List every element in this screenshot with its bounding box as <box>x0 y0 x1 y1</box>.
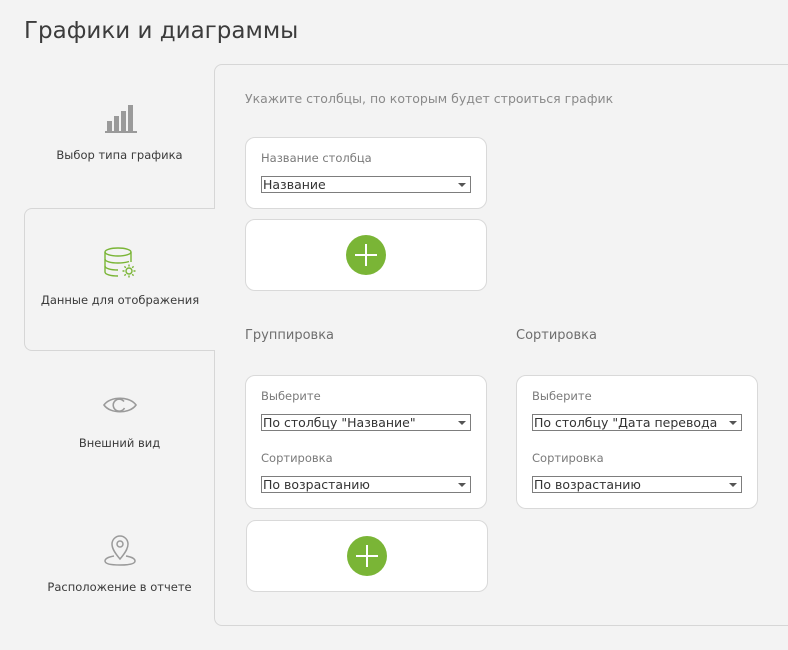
bar-chart-icon <box>24 100 215 134</box>
add-column-card <box>245 219 487 291</box>
sorting-column-value: По столбцу "Дата перевода в с <box>534 415 722 430</box>
grouping-column-select[interactable]: По столбцу "Название" <box>261 414 471 431</box>
sorting-sort-label: Сортировка <box>532 451 604 465</box>
sorting-card: Выберите По столбцу "Дата перевода в с С… <box>516 375 758 509</box>
grouping-column-value: По столбцу "Название" <box>263 415 416 430</box>
page-title: Графики и диаграммы <box>24 18 299 44</box>
column-select[interactable]: Название <box>261 176 471 193</box>
chevron-down-icon <box>458 421 466 425</box>
step-label: Внешний вид <box>78 436 161 450</box>
column-select-value: Название <box>263 177 326 192</box>
eye-icon <box>24 388 215 422</box>
sorting-select-label: Выберите <box>532 389 592 403</box>
chevron-down-icon <box>458 183 466 187</box>
add-grouping-button[interactable] <box>347 536 387 576</box>
instruction-text: Укажите столбцы, по которым будет строит… <box>245 91 614 106</box>
column-name-label: Название столбца <box>261 151 372 165</box>
chevron-down-icon <box>729 421 737 425</box>
step-data[interactable]: Данные для отображения <box>24 208 216 351</box>
sorting-order-value: По возрастанию <box>534 477 641 492</box>
step-label: Расположение в отчете <box>47 580 192 594</box>
step-label: Выбор типа графика <box>56 148 183 162</box>
add-column-button[interactable] <box>346 235 386 275</box>
step-placement[interactable]: Расположение в отчете <box>24 496 215 639</box>
step-chart-type[interactable]: Выбор типа графика <box>24 64 215 207</box>
sorting-column-select[interactable]: По столбцу "Дата перевода в с <box>532 414 742 431</box>
sorting-title: Сортировка <box>516 328 597 343</box>
grouping-sort-value: По возрастанию <box>263 477 370 492</box>
map-pin-icon <box>24 532 215 566</box>
column-card: Название столбца Название <box>245 137 487 209</box>
grouping-sort-label: Сортировка <box>261 451 333 465</box>
grouping-sort-select[interactable]: По возрастанию <box>261 476 471 493</box>
step-label: Данные для отображения <box>40 293 200 307</box>
sorting-order-select[interactable]: По возрастанию <box>532 476 742 493</box>
database-settings-icon <box>25 245 215 279</box>
step-appearance[interactable]: Внешний вид <box>24 352 215 495</box>
grouping-select-label: Выберите <box>261 389 321 403</box>
chevron-down-icon <box>458 483 466 487</box>
add-grouping-card <box>246 520 488 592</box>
grouping-card: Выберите По столбцу "Название" Сортировк… <box>245 375 487 509</box>
grouping-title: Группировка <box>245 328 335 343</box>
chevron-down-icon <box>729 483 737 487</box>
